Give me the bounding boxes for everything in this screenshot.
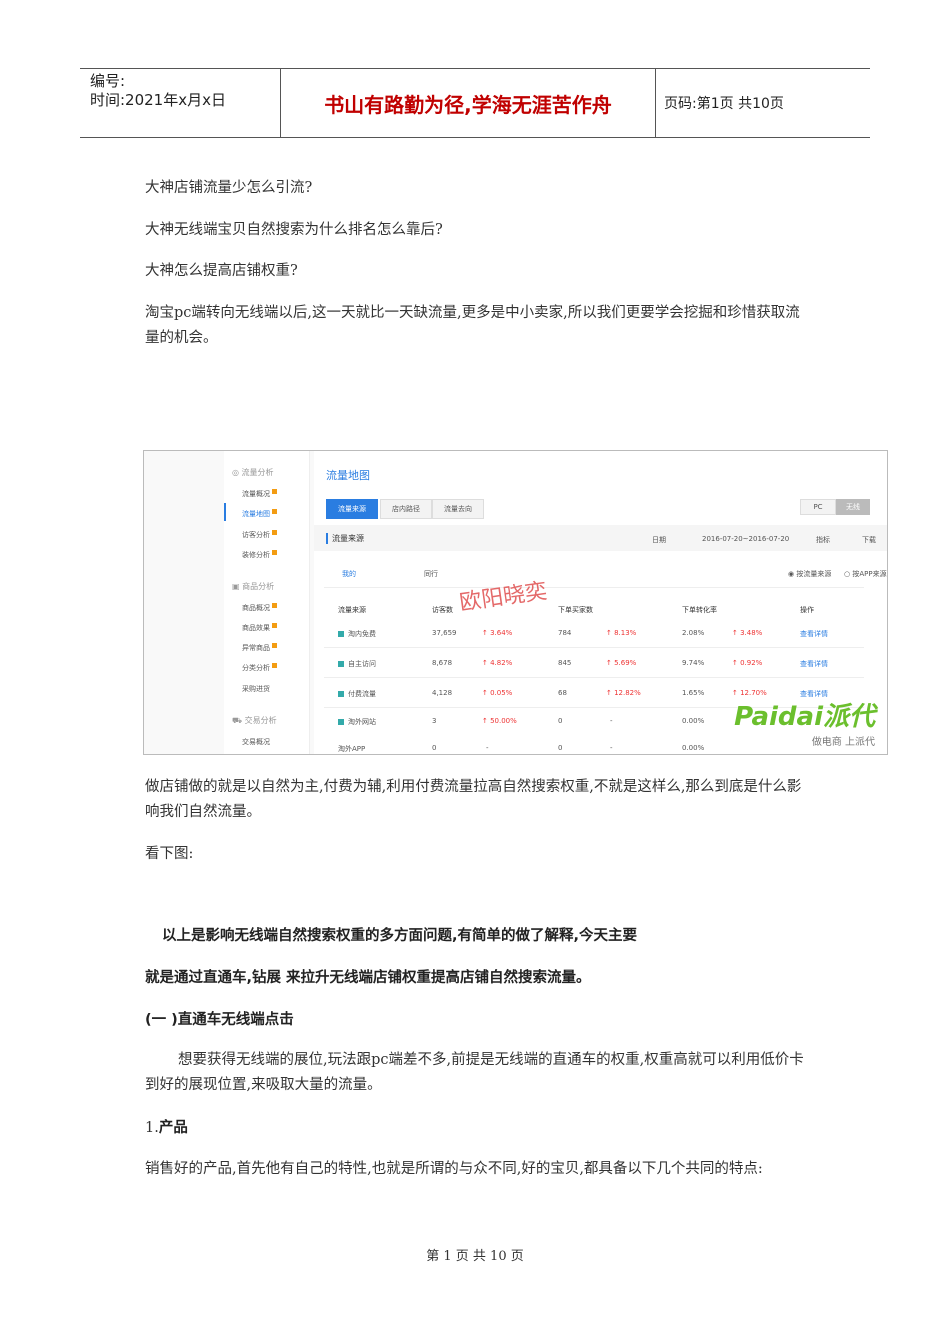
column-header: 下单转化率 <box>682 606 717 614</box>
paragraph-1: 淘宝pc端转向无线端以后,这一天就比一天缺流量,更多是中小卖家,所以我们更要学会… <box>145 305 800 346</box>
sidebar-item: 采购进货 <box>242 685 270 693</box>
time-label: 时间:2021年x月x日 <box>90 91 226 109</box>
slogan-text: 书山有路勤为径,学海无涯苦作舟 <box>324 92 612 117</box>
sidebar-item: 分类分析 <box>242 663 277 673</box>
header-slogan: 书山有路勤为径,学海无涯苦作舟 <box>280 69 656 137</box>
column-header: 操作 <box>800 606 814 614</box>
question-3: 大神怎么提高店铺权重? <box>145 263 298 279</box>
paragraph-2: 做店铺做的就是以自然为主,付费为辅,利用付费流量拉高自然搜索权重,不就是这样么,… <box>145 779 802 820</box>
embedded-screenshot: ◎ 流量分析 流量概况 流量地图 访客分析 装修分析 ▣ 商品分析 商品概况 商… <box>143 450 888 755</box>
paragraph-5: 销售好的产品,首先他有自己的特性,也就是所谓的与众不同,好的宝贝,都具备以下几个… <box>145 1161 763 1177</box>
page-footer: 第 1 页 共 10 页 <box>426 1249 524 1264</box>
tab-store-path: 店内路径 <box>380 499 432 519</box>
date-label: 日期 <box>652 536 666 544</box>
row-divider <box>324 647 864 648</box>
toggle-pc: PC <box>800 499 836 515</box>
active-indicator <box>224 503 226 521</box>
tab-traffic-exit: 流量去向 <box>432 499 484 519</box>
sidebar-item: 流量概况 <box>242 489 277 499</box>
column-header: 下单买家数 <box>558 606 593 614</box>
paragraph-4: 想要获得无线端的展位,玩法跟pc端差不多,前提是无线端的直通车的权重,权重高就可… <box>145 1052 804 1093</box>
screenshot-main: 流量地图 流量来源 店内路径 流量去向 PC 无线 流量来源 日期 2016-0… <box>314 451 887 754</box>
screenshot-title: 流量地图 <box>326 469 370 482</box>
section-bar <box>314 525 887 551</box>
question-2: 大神无线端宝贝自然搜索为什么排名怎么靠后? <box>145 222 443 238</box>
metric-label: 指标 <box>816 536 830 544</box>
screenshot-sidebar: ◎ 流量分析 流量概况 流量地图 访客分析 装修分析 ▣ 商品分析 商品概况 商… <box>224 451 310 754</box>
toggle-wireless: 无线 <box>836 499 870 515</box>
column-header: 访客数 <box>432 606 453 614</box>
sidebar-group-trade: ⛟ 交易分析 <box>232 716 277 725</box>
question-1: 大神店铺流量少怎么引流? <box>145 180 313 196</box>
sidebar-item-active: 流量地图 <box>242 509 277 519</box>
sidebar-group-traffic: ◎ 流量分析 <box>232 468 274 477</box>
tab-traffic-source: 流量来源 <box>326 499 378 519</box>
page-info-text: 页码:第1页 共10页 <box>664 96 784 112</box>
section-heading-2: 1.产品 <box>145 1120 188 1136</box>
source-icon <box>338 719 344 725</box>
paragraph-3: 看下图: <box>145 846 194 862</box>
sidebar-item: 商品效果 <box>242 623 277 633</box>
sidebar-group-product: ▣ 商品分析 <box>232 582 275 591</box>
bold-paragraph-2: 就是通过直通车,钻展 来拉升无线端店铺权重提高店铺自然搜索流量。 <box>145 970 591 986</box>
watermark-text: 欧阳晓奕 <box>458 578 549 616</box>
sidebar-item: 异常商品 <box>242 643 277 653</box>
sidebar-item: 商品概况 <box>242 603 277 613</box>
radio-by-app: ○ 按APP来源 <box>844 570 887 578</box>
radio-by-source: ◉ 按流量来源 <box>788 570 832 578</box>
header-page-info: 页码:第1页 共10页 <box>654 69 870 137</box>
source-icon <box>338 691 344 697</box>
number-label: 编号: <box>90 72 126 90</box>
download-label: 下载 <box>862 536 876 544</box>
section-title: 流量来源 <box>326 533 364 544</box>
row-divider <box>324 587 864 588</box>
header-meta: 编号: 时间:2021年x月x日 <box>80 69 280 137</box>
section-heading-1: (一 )直通车无线端点击 <box>145 1012 294 1028</box>
paidai-logo: Paidai派代 做电商 上派代 <box>734 702 875 748</box>
document-header: 编号: 时间:2021年x月x日 书山有路勤为径,学海无涯苦作舟 页码:第1页 … <box>80 68 870 138</box>
sidebar-item: 装修分析 <box>242 550 277 560</box>
source-icon <box>338 661 344 667</box>
bold-paragraph-1: 以上是影响无线端自然搜索权重的多方面问题,有简单的做了解释,今天主要 <box>162 928 638 944</box>
subtab-peers: 同行 <box>424 570 438 578</box>
sidebar-item: 访客分析 <box>242 530 277 540</box>
source-icon <box>338 631 344 637</box>
date-range: 2016-07-20~2016-07-20 <box>702 535 790 543</box>
row-divider <box>324 677 864 678</box>
column-header: 流量来源 <box>338 606 366 614</box>
sidebar-item: 交易概况 <box>242 738 270 746</box>
subtab-mine: 我的 <box>342 570 356 578</box>
